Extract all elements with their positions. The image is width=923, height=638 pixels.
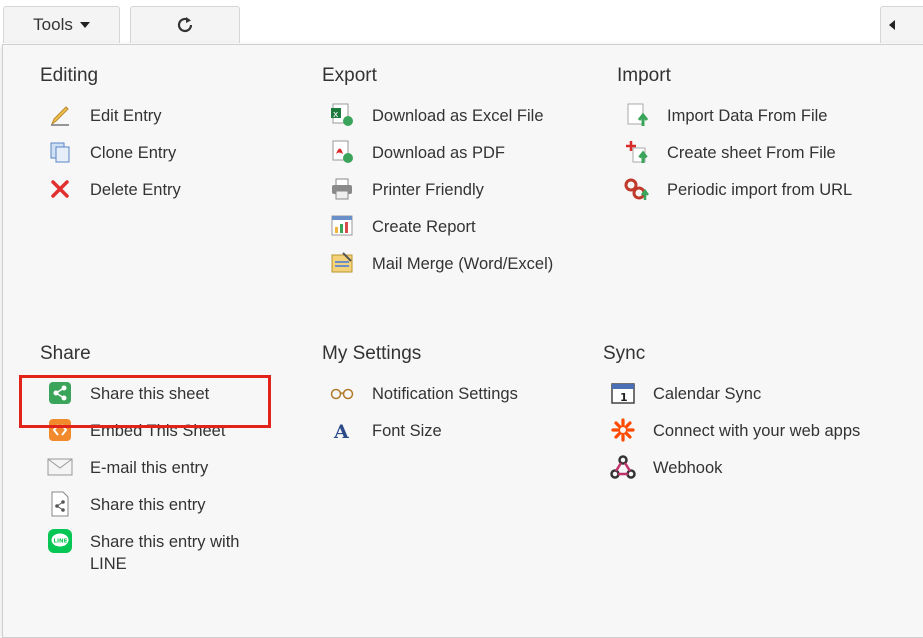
excel-file-icon: x [328, 102, 356, 128]
svg-text:LINE: LINE [54, 539, 68, 545]
menu-item-label: Create Report [372, 218, 476, 236]
menu-item-label: Connect with your web apps [653, 422, 861, 440]
caret-down-icon [79, 22, 90, 28]
section-title-editing: Editing [40, 65, 99, 86]
glasses-icon [328, 380, 356, 406]
new-sheet-icon [623, 139, 651, 165]
zapier-asterisk-icon [609, 417, 637, 443]
svg-text:A: A [333, 421, 349, 441]
svg-text:1: 1 [620, 391, 628, 404]
menu-item-label: Printer Friendly [372, 181, 484, 199]
menu-item-mail-merge[interactable]: Mail Merge (Word/Excel) [322, 250, 554, 290]
menu-item-font-size[interactable]: A Font Size [322, 420, 518, 457]
section-title-import: Import [617, 65, 671, 86]
mail-merge-icon [328, 250, 356, 276]
menu-item-import-data[interactable]: Import Data From File [617, 102, 852, 142]
menu-item-share-entry[interactable]: Share this entry [40, 491, 260, 531]
section-title-export: Export [322, 65, 377, 86]
section-editing: Editing Edit Entry Clone Entry Delete En… [40, 65, 181, 216]
report-icon [328, 213, 356, 239]
menu-item-printer-friendly[interactable]: Printer Friendly [322, 176, 553, 216]
menu-item-label: Clone Entry [90, 144, 177, 162]
menu-item-webhook[interactable]: Webhook [603, 454, 860, 494]
menu-item-notification-settings[interactable]: Notification Settings [322, 383, 518, 420]
menu-item-calendar-sync[interactable]: 1 Calendar Sync [603, 383, 860, 420]
clone-icon [46, 139, 74, 165]
chevron-left-icon [889, 20, 895, 30]
menu-item-label: Import Data From File [667, 107, 828, 125]
svg-text:x: x [333, 110, 339, 120]
envelope-icon [46, 454, 74, 480]
webhook-icon [609, 454, 637, 480]
section-title-share: Share [40, 343, 91, 364]
line-app-icon: LINE [46, 528, 74, 554]
share-file-icon [46, 491, 74, 517]
menu-item-create-sheet[interactable]: Create sheet From File [617, 139, 852, 179]
printer-icon [328, 176, 356, 202]
calendar-icon: 1 [609, 380, 637, 406]
refresh-icon [177, 17, 193, 33]
menu-item-label: Share this entry with LINE [90, 533, 240, 573]
menu-item-clone-entry[interactable]: Clone Entry [40, 142, 181, 179]
section-export: Export x Download as Excel File Download… [322, 65, 553, 290]
menu-item-label: Download as Excel File [372, 107, 544, 125]
pencil-icon [46, 102, 74, 128]
menu-item-edit-entry[interactable]: Edit Entry [40, 105, 181, 142]
tools-button-label: Tools [33, 15, 73, 34]
menu-item-label: Notification Settings [372, 385, 518, 403]
font-size-icon: A [328, 417, 356, 443]
section-import: Import Import Data From File Create shee… [617, 65, 852, 216]
pdf-file-icon [328, 139, 356, 165]
menu-item-label: Download as PDF [372, 144, 505, 162]
menu-item-create-report[interactable]: Create Report [322, 213, 553, 253]
menu-item-label: Create sheet From File [667, 144, 836, 162]
menu-item-label: E-mail this entry [90, 459, 209, 477]
refresh-button[interactable] [130, 6, 240, 43]
tools-menu-button[interactable]: Tools [3, 6, 120, 43]
menu-item-label: Calendar Sync [653, 385, 762, 403]
section-title-sync: Sync [603, 343, 646, 364]
menu-item-label: Font Size [372, 422, 442, 440]
menu-item-label: Mail Merge (Word/Excel) [372, 255, 554, 273]
section-sync: Sync 1 Calendar Sync Connect with your w… [603, 343, 860, 494]
menu-item-label: Delete Entry [90, 181, 181, 199]
highlight-box [19, 375, 271, 428]
import-file-icon [623, 102, 651, 128]
tools-dropdown-panel: Editing Edit Entry Clone Entry Delete En… [2, 44, 923, 638]
toolbar: Tools [0, 0, 923, 45]
delete-x-icon [46, 176, 74, 202]
menu-item-download-excel[interactable]: x Download as Excel File [322, 102, 553, 142]
menu-item-share-line[interactable]: LINE Share this entry with LINE [40, 528, 260, 579]
collapse-button[interactable] [880, 6, 923, 43]
menu-item-label: Webhook [653, 459, 723, 477]
section-my-settings: My Settings Notification Settings A Font… [322, 343, 518, 457]
menu-item-label: Share this entry [90, 496, 206, 514]
menu-item-label: Edit Entry [90, 107, 162, 125]
menu-item-label: Periodic import from URL [667, 181, 853, 199]
menu-item-delete-entry[interactable]: Delete Entry [40, 179, 181, 216]
section-title-settings: My Settings [322, 343, 422, 364]
menu-item-download-pdf[interactable]: Download as PDF [322, 139, 553, 179]
chain-link-icon [623, 176, 651, 202]
menu-item-periodic-import[interactable]: Periodic import from URL [617, 176, 853, 216]
menu-item-connect-web-apps[interactable]: Connect with your web apps [603, 417, 861, 457]
menu-item-email-entry[interactable]: E-mail this entry [40, 457, 260, 494]
